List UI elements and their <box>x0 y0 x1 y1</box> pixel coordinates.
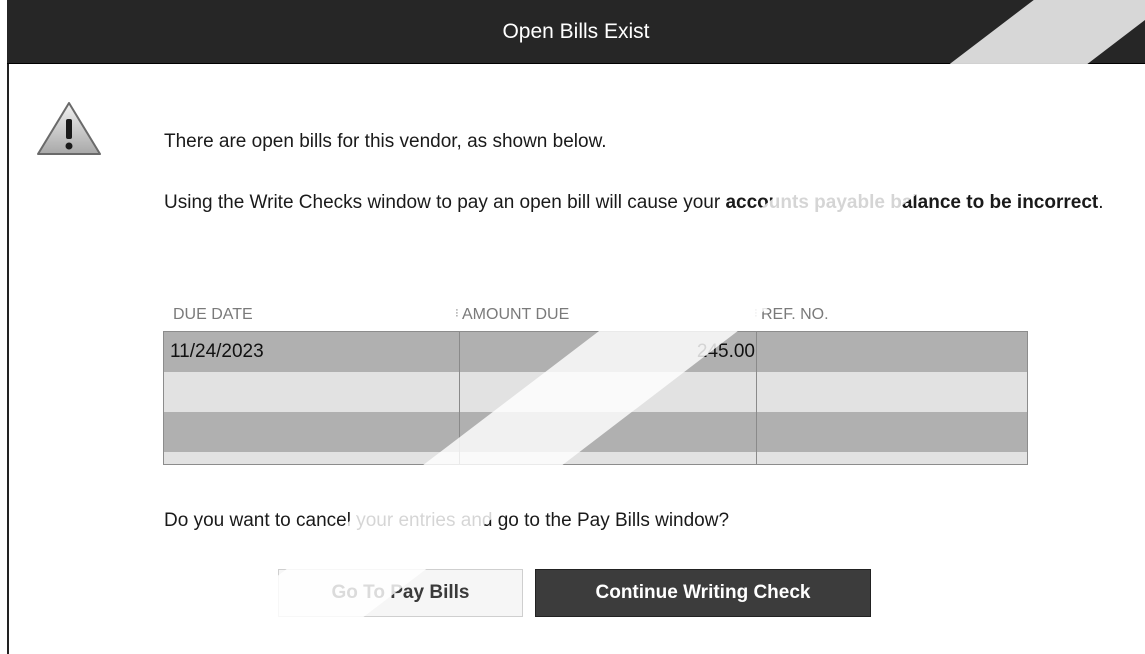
column-header-ref-no[interactable]: REF. NO. <box>761 306 829 324</box>
message-warning-end: . <box>1098 192 1104 213</box>
column-header-due-date[interactable]: DUE DATE <box>173 306 253 324</box>
table-row[interactable]: 11/24/2023 245.00 <box>164 332 1027 372</box>
message-warning-bold: accounts payable balance to be incorrect <box>725 192 1099 213</box>
column-divider <box>459 332 460 464</box>
open-bills-dialog: Open Bills Exist There are open bills fo… <box>0 0 1145 654</box>
go-to-pay-bills-button[interactable]: Go To Pay Bills <box>278 569 523 617</box>
message-open-bills: There are open bills for this vendor, as… <box>164 131 607 152</box>
message-warning: Using the Write Checks window to pay an … <box>164 191 1124 214</box>
column-divider <box>756 332 757 464</box>
dialog-title: Open Bills Exist <box>7 0 1145 64</box>
table-row <box>164 452 1027 464</box>
message-warning-text: Using the Write Checks window to pay an … <box>164 192 726 213</box>
column-resize-handle[interactable]: ⁝ <box>754 306 758 320</box>
table-header: DUE DATE ⁝ AMOUNT DUE ⁝ REF. NO. <box>163 301 1028 331</box>
window-border <box>7 0 9 654</box>
table-row[interactable] <box>164 412 1027 452</box>
question-text: Do you want to cancel your entries and g… <box>164 510 730 531</box>
warning-icon <box>34 99 104 159</box>
open-bills-table: DUE DATE ⁝ AMOUNT DUE ⁝ REF. NO. 11/24/2… <box>163 301 1028 465</box>
continue-writing-check-button[interactable]: Continue Writing Check <box>535 569 871 617</box>
cell-amount-due: 245.00 <box>696 341 755 362</box>
column-resize-handle[interactable]: ⁝ <box>455 306 459 320</box>
cell-due-date: 11/24/2023 <box>170 341 264 362</box>
table-row[interactable] <box>164 372 1027 412</box>
table-body: 11/24/2023 245.00 <box>163 331 1028 465</box>
column-header-amount-due[interactable]: AMOUNT DUE <box>462 306 569 324</box>
